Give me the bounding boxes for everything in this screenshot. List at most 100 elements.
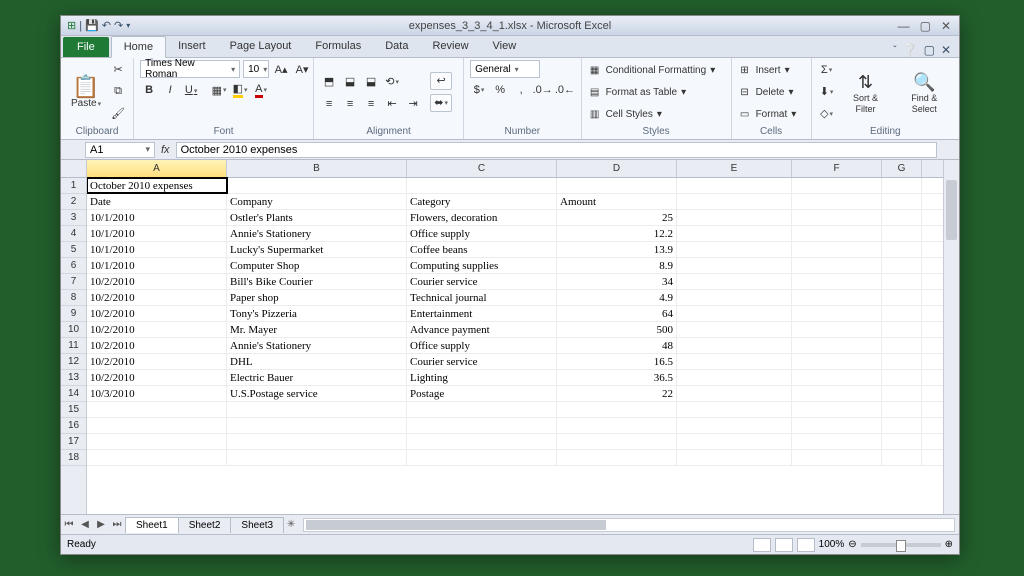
sheet-nav-next[interactable]: ▶	[93, 519, 109, 530]
cell[interactable]	[792, 274, 882, 289]
row-header[interactable]: 12	[61, 354, 86, 370]
cell[interactable]	[792, 386, 882, 401]
sort-filter-button[interactable]: ⇅Sort & Filter	[840, 69, 892, 117]
find-select-button[interactable]: 🔍Find & Select	[896, 69, 953, 117]
fill-color-icon[interactable]: ◧	[231, 81, 249, 99]
decrease-indent-icon[interactable]: ⇤	[383, 95, 401, 113]
orientation-icon[interactable]: ⟲	[383, 73, 401, 91]
close-button[interactable]: ✕	[941, 19, 951, 33]
cell[interactable]	[227, 418, 407, 433]
horizontal-scrollbar[interactable]	[303, 518, 955, 532]
row-header[interactable]: 11	[61, 338, 86, 354]
font-color-icon[interactable]: A	[252, 81, 270, 99]
cell[interactable]	[677, 306, 792, 321]
cell[interactable]	[677, 434, 792, 449]
cell[interactable]	[792, 194, 882, 209]
cell[interactable]	[227, 434, 407, 449]
comma-format-icon[interactable]: ,	[512, 81, 530, 99]
view-page-layout-button[interactable]	[775, 538, 793, 552]
column-header[interactable]: A	[87, 160, 227, 177]
cell[interactable]	[792, 338, 882, 353]
cell[interactable]	[407, 450, 557, 465]
bold-button[interactable]: B	[140, 81, 158, 99]
save-icon[interactable]: 💾	[85, 19, 99, 32]
row-header[interactable]: 1	[61, 178, 86, 194]
cell[interactable]	[882, 402, 922, 417]
format-as-table-button[interactable]: ▤Format as Table ▾	[588, 83, 716, 103]
cell[interactable]: Entertainment	[407, 306, 557, 321]
row-header[interactable]: 8	[61, 290, 86, 306]
cell[interactable]	[792, 178, 882, 193]
cell[interactable]	[557, 178, 677, 193]
restore-workbook-icon[interactable]: ▢	[924, 43, 935, 57]
cell[interactable]	[882, 354, 922, 369]
cell[interactable]: Postage	[407, 386, 557, 401]
increase-indent-icon[interactable]: ⇥	[404, 95, 422, 113]
cell[interactable]	[87, 450, 227, 465]
zoom-level[interactable]: 100%	[819, 539, 845, 550]
worksheet-grid[interactable]: 123456789101112131415161718 ABCDEFG Octo…	[61, 160, 959, 514]
clear-icon[interactable]: ◇	[818, 105, 836, 123]
cell[interactable]: Tony's Pizzeria	[227, 306, 407, 321]
insert-cells-button[interactable]: ⊞Insert ▾	[738, 61, 797, 81]
cell[interactable]: 10/2/2010	[87, 274, 227, 289]
cell[interactable]: Computer Shop	[227, 258, 407, 273]
row-header[interactable]: 18	[61, 450, 86, 466]
row-header[interactable]: 6	[61, 258, 86, 274]
cell[interactable]	[792, 322, 882, 337]
cell[interactable]	[882, 418, 922, 433]
view-page-break-button[interactable]	[797, 538, 815, 552]
new-sheet-button[interactable]: ✳	[283, 519, 299, 530]
row-header[interactable]: 16	[61, 418, 86, 434]
cell[interactable]	[557, 450, 677, 465]
column-headers[interactable]: ABCDEFG	[87, 160, 943, 178]
cell[interactable]	[227, 178, 407, 193]
zoom-in-button[interactable]: ⊕	[945, 539, 953, 550]
cell[interactable]: 10/2/2010	[87, 354, 227, 369]
cell[interactable]: Electric Bauer	[227, 370, 407, 385]
view-normal-button[interactable]	[753, 538, 771, 552]
cell[interactable]: 10/1/2010	[87, 258, 227, 273]
zoom-slider[interactable]	[861, 543, 941, 547]
cell[interactable]	[882, 386, 922, 401]
redo-icon[interactable]: ↷	[114, 19, 123, 32]
cell[interactable]	[557, 418, 677, 433]
formula-input[interactable]: October 2010 expenses	[176, 142, 937, 158]
cell[interactable]: 25	[557, 210, 677, 225]
decrease-decimal-icon[interactable]: .0←	[555, 81, 574, 99]
cell[interactable]: Bill's Bike Courier	[227, 274, 407, 289]
cell[interactable]	[677, 258, 792, 273]
column-header[interactable]: C	[407, 160, 557, 177]
cell[interactable]	[227, 450, 407, 465]
select-all-corner[interactable]	[61, 160, 86, 178]
cell[interactable]: 4.9	[557, 290, 677, 305]
cell[interactable]: 13.9	[557, 242, 677, 257]
cell[interactable]: Office supply	[407, 338, 557, 353]
tab-home[interactable]: Home	[111, 36, 166, 58]
cell[interactable]	[882, 370, 922, 385]
cell[interactable]	[792, 450, 882, 465]
tab-formulas[interactable]: Formulas	[303, 36, 373, 57]
cell[interactable]: 12.2	[557, 226, 677, 241]
cell[interactable]: Flowers, decoration	[407, 210, 557, 225]
fx-icon[interactable]: fx	[161, 144, 170, 156]
cell[interactable]	[677, 242, 792, 257]
format-cells-button[interactable]: ▭Format ▾	[738, 105, 797, 125]
tab-insert[interactable]: Insert	[166, 36, 218, 57]
borders-icon[interactable]: ▦	[210, 81, 228, 99]
maximize-button[interactable]: ▢	[920, 19, 931, 33]
cell[interactable]	[557, 434, 677, 449]
cell[interactable]: 8.9	[557, 258, 677, 273]
row-header[interactable]: 4	[61, 226, 86, 242]
cell[interactable]: Ostler's Plants	[227, 210, 407, 225]
row-header[interactable]: 3	[61, 210, 86, 226]
cell[interactable]: DHL	[227, 354, 407, 369]
cell[interactable]	[407, 178, 557, 193]
cell[interactable]	[792, 402, 882, 417]
row-header[interactable]: 5	[61, 242, 86, 258]
conditional-formatting-button[interactable]: ▦Conditional Formatting ▾	[588, 61, 716, 81]
sheet-tab[interactable]: Sheet1	[125, 517, 179, 533]
cell[interactable]: 10/1/2010	[87, 226, 227, 241]
sheet-tab[interactable]: Sheet2	[178, 517, 232, 533]
cell[interactable]	[792, 226, 882, 241]
